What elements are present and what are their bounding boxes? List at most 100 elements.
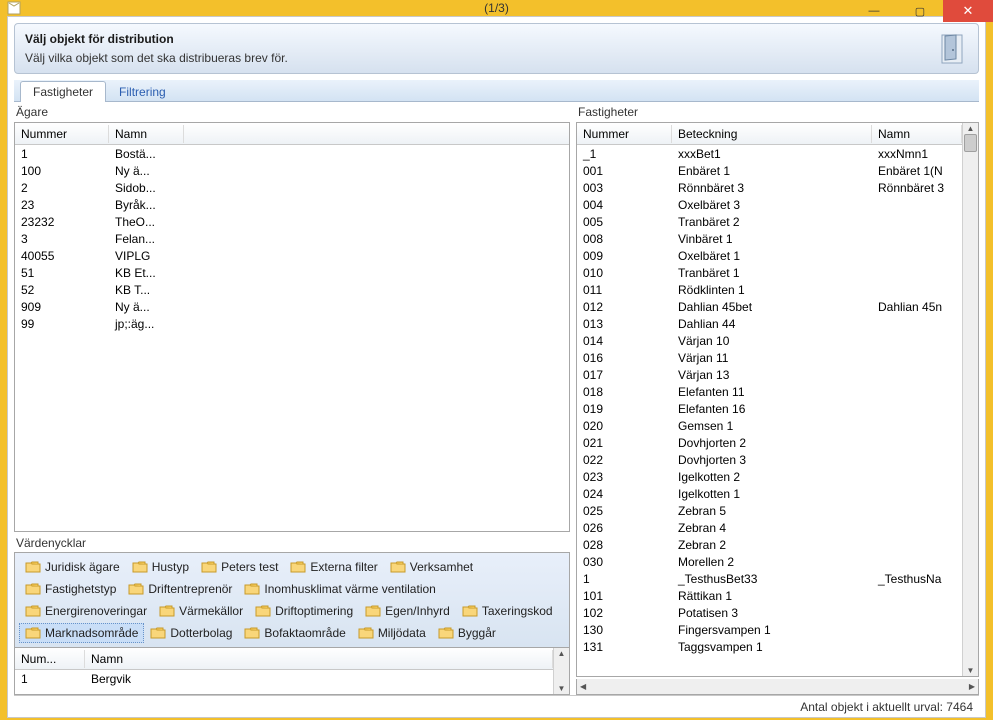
valuekey-item[interactable]: Bofaktaområde [238,623,351,643]
table-row[interactable]: 028Zebran 2 [577,536,962,553]
table-row[interactable]: 51KB Et... [15,264,569,281]
table-row[interactable]: 008Vinbäret 1 [577,230,962,247]
table-row[interactable]: _1xxxBet1xxxNmn1 [577,145,962,162]
scroll-down-icon[interactable]: ▼ [967,665,975,676]
valuekey-item[interactable]: Driftentreprenör [122,579,238,599]
maximize-button[interactable]: ▢ [897,0,943,22]
cell-num: 016 [577,349,672,367]
valuekey-item[interactable]: Miljödata [352,623,432,643]
table-row[interactable]: 030Morellen 2 [577,553,962,570]
valuekey-item[interactable]: Energirenoveringar [19,601,153,621]
table-row[interactable]: 23232TheO... [15,213,569,230]
scroll-down-icon[interactable]: ▼ [558,683,566,694]
scroll-left-icon[interactable]: ◀ [577,682,589,691]
vk-col-num[interactable]: Num... [15,650,85,668]
cell-bet: Tranbäret 2 [672,213,872,231]
folder-icon [132,560,148,574]
cell-bet: _TesthusBet33 [672,570,872,588]
vk-scrollbar[interactable]: ▲ ▼ [553,648,569,694]
valuekey-item[interactable]: Marknadsområde [19,623,144,643]
cell-namn: jp;:äg... [109,315,184,333]
table-row[interactable]: 012Dahlian 45betDahlian 45n [577,298,962,315]
scroll-up-icon[interactable]: ▲ [558,648,566,659]
cell-bet: Elefanten 11 [672,383,872,401]
tab-fastigheter[interactable]: Fastigheter [20,81,106,102]
cell-bet: Igelkotten 1 [672,485,872,503]
table-row[interactable]: 131Taggsvampen 1 [577,638,962,655]
valuekey-label: Taxeringskod [482,604,553,618]
titlebar[interactable]: (1/3) — ▢ ✕ [0,0,993,16]
table-row[interactable]: 009Oxelbäret 1 [577,247,962,264]
table-row[interactable]: 016Värjan 11 [577,349,962,366]
folder-icon [25,604,41,618]
table-row[interactable]: 013Dahlian 44 [577,315,962,332]
valuekey-item[interactable]: Dotterbolag [144,623,238,643]
props-col-namn[interactable]: Namn [872,125,962,143]
table-row[interactable]: 004Oxelbäret 3 [577,196,962,213]
table-row[interactable]: 011Rödklinten 1 [577,281,962,298]
scroll-thumb[interactable] [964,134,977,152]
props-vscrollbar[interactable]: ▲ ▼ [962,123,978,676]
owners-col-nummer[interactable]: Nummer [15,125,109,143]
properties-grid[interactable]: Nummer Beteckning Namn _1xxxBet1xxxNmn10… [576,122,979,677]
minimize-button[interactable]: — [851,0,897,22]
valuekeys-grid[interactable]: Num... Namn 1Bergvik ▲ ▼ [14,647,570,695]
table-row[interactable]: 023Igelkotten 2 [577,468,962,485]
table-row[interactable]: 018Elefanten 11 [577,383,962,400]
table-row[interactable]: 1_TesthusBet33_TesthusNa [577,570,962,587]
scroll-right-icon[interactable]: ▶ [966,682,978,691]
valuekeys-panel: Juridisk ägareHustypPeters testExterna f… [14,552,570,647]
valuekey-item[interactable]: Värmekällor [153,601,249,621]
table-row[interactable]: 010Tranbäret 1 [577,264,962,281]
table-row[interactable]: 024Igelkotten 1 [577,485,962,502]
table-row[interactable]: 001Enbäret 1Enbäret 1(N [577,162,962,179]
table-row[interactable]: 017Värjan 13 [577,366,962,383]
valuekey-item[interactable]: Driftoptimering [249,601,359,621]
props-col-beteckning[interactable]: Beteckning [672,125,872,143]
tab-filtrering[interactable]: Filtrering [106,81,179,102]
valuekey-item[interactable]: Peters test [195,557,284,577]
props-hscrollbar[interactable]: ◀ ▶ [576,679,979,695]
table-row[interactable]: 100Ny ä... [15,162,569,179]
table-row[interactable]: 130Fingersvampen 1 [577,621,962,638]
table-row[interactable]: 005Tranbäret 2 [577,213,962,230]
valuekey-item[interactable]: Taxeringskod [456,601,559,621]
cell-num: 008 [577,230,672,248]
cell-num: 005 [577,213,672,231]
owners-grid[interactable]: Nummer Namn 1Bostä...100Ny ä...2Sidob...… [14,122,570,532]
table-row[interactable]: 014Värjan 10 [577,332,962,349]
table-row[interactable]: 1Bergvik [15,670,553,687]
valuekey-item[interactable]: Juridisk ägare [19,557,126,577]
owners-col-namn[interactable]: Namn [109,125,184,143]
table-row[interactable]: 23Byråk... [15,196,569,213]
valuekey-item[interactable]: Externa filter [284,557,383,577]
table-row[interactable]: 3Felan... [15,230,569,247]
table-row[interactable]: 020Gemsen 1 [577,417,962,434]
cell-num: 021 [577,434,672,452]
valuekey-item[interactable]: Inomhusklimat värme ventilation [238,579,441,599]
table-row[interactable]: 909Ny ä... [15,298,569,315]
table-row[interactable]: 40055VIPLG [15,247,569,264]
valuekey-item[interactable]: Egen/Inhyrd [359,601,456,621]
table-row[interactable]: 022Dovhjorten 3 [577,451,962,468]
valuekey-item[interactable]: Hustyp [126,557,195,577]
table-row[interactable]: 1Bostä... [15,145,569,162]
table-row[interactable]: 025Zebran 5 [577,502,962,519]
table-row[interactable]: 026Zebran 4 [577,519,962,536]
table-row[interactable]: 019Elefanten 16 [577,400,962,417]
scroll-up-icon[interactable]: ▲ [967,123,975,134]
table-row[interactable]: 52KB T... [15,281,569,298]
table-row[interactable]: 003Rönnbäret 3Rönnbäret 3 [577,179,962,196]
table-row[interactable]: 99jp;:äg... [15,315,569,332]
close-button[interactable]: ✕ [943,0,993,22]
props-col-nummer[interactable]: Nummer [577,125,672,143]
cell-num: 100 [15,162,109,180]
valuekey-item[interactable]: Fastighetstyp [19,579,122,599]
table-row[interactable]: 2Sidob... [15,179,569,196]
table-row[interactable]: 101Rättikan 1 [577,587,962,604]
valuekey-item[interactable]: Verksamhet [384,557,479,577]
vk-col-namn[interactable]: Namn [85,650,553,668]
valuekey-item[interactable]: Byggår [432,623,502,643]
table-row[interactable]: 021Dovhjorten 2 [577,434,962,451]
table-row[interactable]: 102Potatisen 3 [577,604,962,621]
